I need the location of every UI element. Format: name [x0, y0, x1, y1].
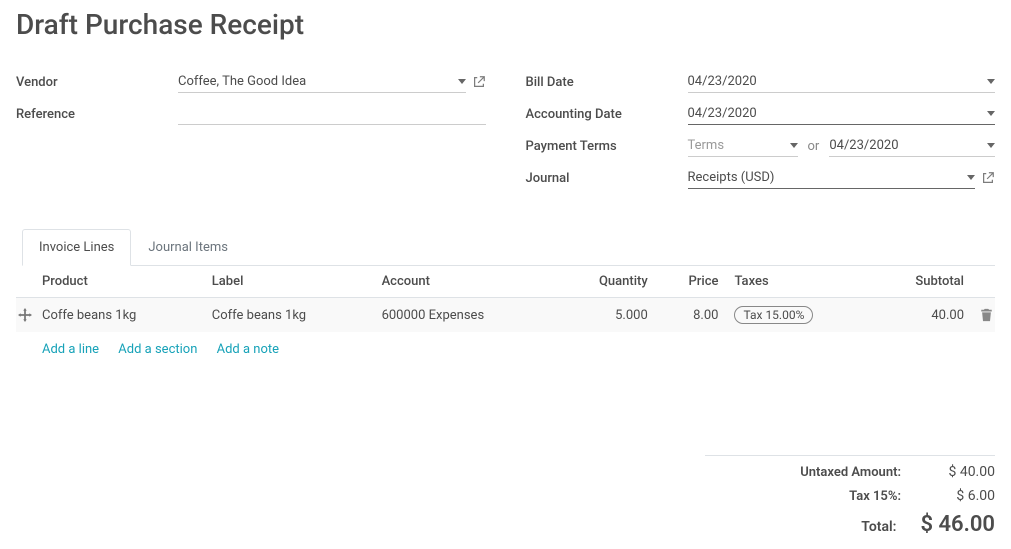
- trash-icon[interactable]: [980, 308, 993, 322]
- payment-due-date-input[interactable]: 04/23/2020: [829, 135, 995, 157]
- chevron-down-icon[interactable]: [987, 111, 995, 116]
- form-col-left: Vendor Coffee, The Good Idea Reference: [16, 69, 486, 197]
- journal-label: Journal: [526, 171, 688, 186]
- tab-journal-items[interactable]: Journal Items: [131, 229, 245, 266]
- table-row[interactable]: Coffe beans 1kg Coffe beans 1kg 600000 E…: [16, 298, 995, 333]
- col-product: Product: [34, 266, 204, 298]
- vendor-value: Coffee, The Good Idea: [178, 71, 454, 92]
- chevron-down-icon[interactable]: [987, 79, 995, 84]
- accounting-date-value: 04/23/2020: [688, 103, 984, 124]
- cell-quantity[interactable]: 5.000: [556, 298, 656, 333]
- payment-terms-or: or: [804, 139, 824, 154]
- add-note-link[interactable]: Add a note: [217, 342, 279, 357]
- form-col-right: Bill Date 04/23/2020 Accounting Date 04/…: [526, 69, 996, 197]
- payment-terms-placeholder: Terms: [688, 135, 786, 156]
- journal-value: Receipts (USD): [688, 167, 964, 188]
- add-section-link[interactable]: Add a section: [118, 342, 197, 357]
- col-account: Account: [374, 266, 557, 298]
- external-link-icon[interactable]: [472, 75, 486, 89]
- cell-product[interactable]: Coffe beans 1kg: [34, 298, 204, 333]
- bill-date-value: 04/23/2020: [688, 71, 984, 92]
- totals: Untaxed Amount: $ 40.00 Tax 15%: $ 6.00 …: [16, 455, 995, 541]
- accounting-date-label: Accounting Date: [526, 107, 688, 122]
- chevron-down-icon[interactable]: [987, 143, 995, 148]
- cell-taxes[interactable]: Tax 15.00%: [726, 298, 872, 333]
- reference-label: Reference: [16, 107, 178, 122]
- col-quantity: Quantity: [556, 266, 656, 298]
- untaxed-value: $ 40.00: [925, 464, 995, 480]
- tax-total-value: $ 6.00: [925, 488, 995, 504]
- untaxed-label: Untaxed Amount:: [705, 465, 925, 480]
- cell-price[interactable]: 8.00: [656, 298, 727, 333]
- tab-invoice-lines[interactable]: Invoice Lines: [22, 229, 131, 266]
- col-subtotal: Subtotal: [873, 266, 973, 298]
- payment-due-date-value: 04/23/2020: [829, 135, 983, 156]
- grand-total-label: Total:: [705, 519, 920, 535]
- tax-badge[interactable]: Tax 15.00%: [734, 306, 813, 324]
- reference-input[interactable]: [178, 103, 486, 125]
- journal-dropdown[interactable]: Receipts (USD): [688, 167, 976, 189]
- chevron-down-icon[interactable]: [967, 175, 975, 180]
- col-price: Price: [656, 266, 727, 298]
- col-taxes: Taxes: [726, 266, 872, 298]
- move-icon[interactable]: [18, 308, 32, 322]
- vendor-label: Vendor: [16, 75, 178, 90]
- tax-total-label: Tax 15%:: [705, 489, 925, 504]
- cell-subtotal: 40.00: [873, 298, 973, 333]
- bill-date-input[interactable]: 04/23/2020: [688, 71, 996, 93]
- chevron-down-icon[interactable]: [790, 143, 798, 148]
- chevron-down-icon[interactable]: [458, 79, 466, 84]
- add-line-link[interactable]: Add a line: [42, 342, 99, 357]
- vendor-dropdown[interactable]: Coffee, The Good Idea: [178, 71, 466, 93]
- page-title: Draft Purchase Receipt: [16, 8, 995, 41]
- cell-account[interactable]: 600000 Expenses: [374, 298, 557, 333]
- cell-label[interactable]: Coffe beans 1kg: [204, 298, 374, 333]
- tabs: Invoice Lines Journal Items: [22, 229, 995, 266]
- col-label: Label: [204, 266, 374, 298]
- external-link-icon[interactable]: [981, 171, 995, 185]
- payment-terms-dropdown[interactable]: Terms: [688, 135, 798, 157]
- accounting-date-input[interactable]: 04/23/2020: [688, 103, 996, 125]
- payment-terms-label: Payment Terms: [526, 139, 688, 154]
- bill-date-label: Bill Date: [526, 75, 688, 90]
- form-grid: Vendor Coffee, The Good Idea Reference B…: [16, 69, 995, 197]
- invoice-lines-table: Product Label Account Quantity Price Tax…: [16, 266, 995, 365]
